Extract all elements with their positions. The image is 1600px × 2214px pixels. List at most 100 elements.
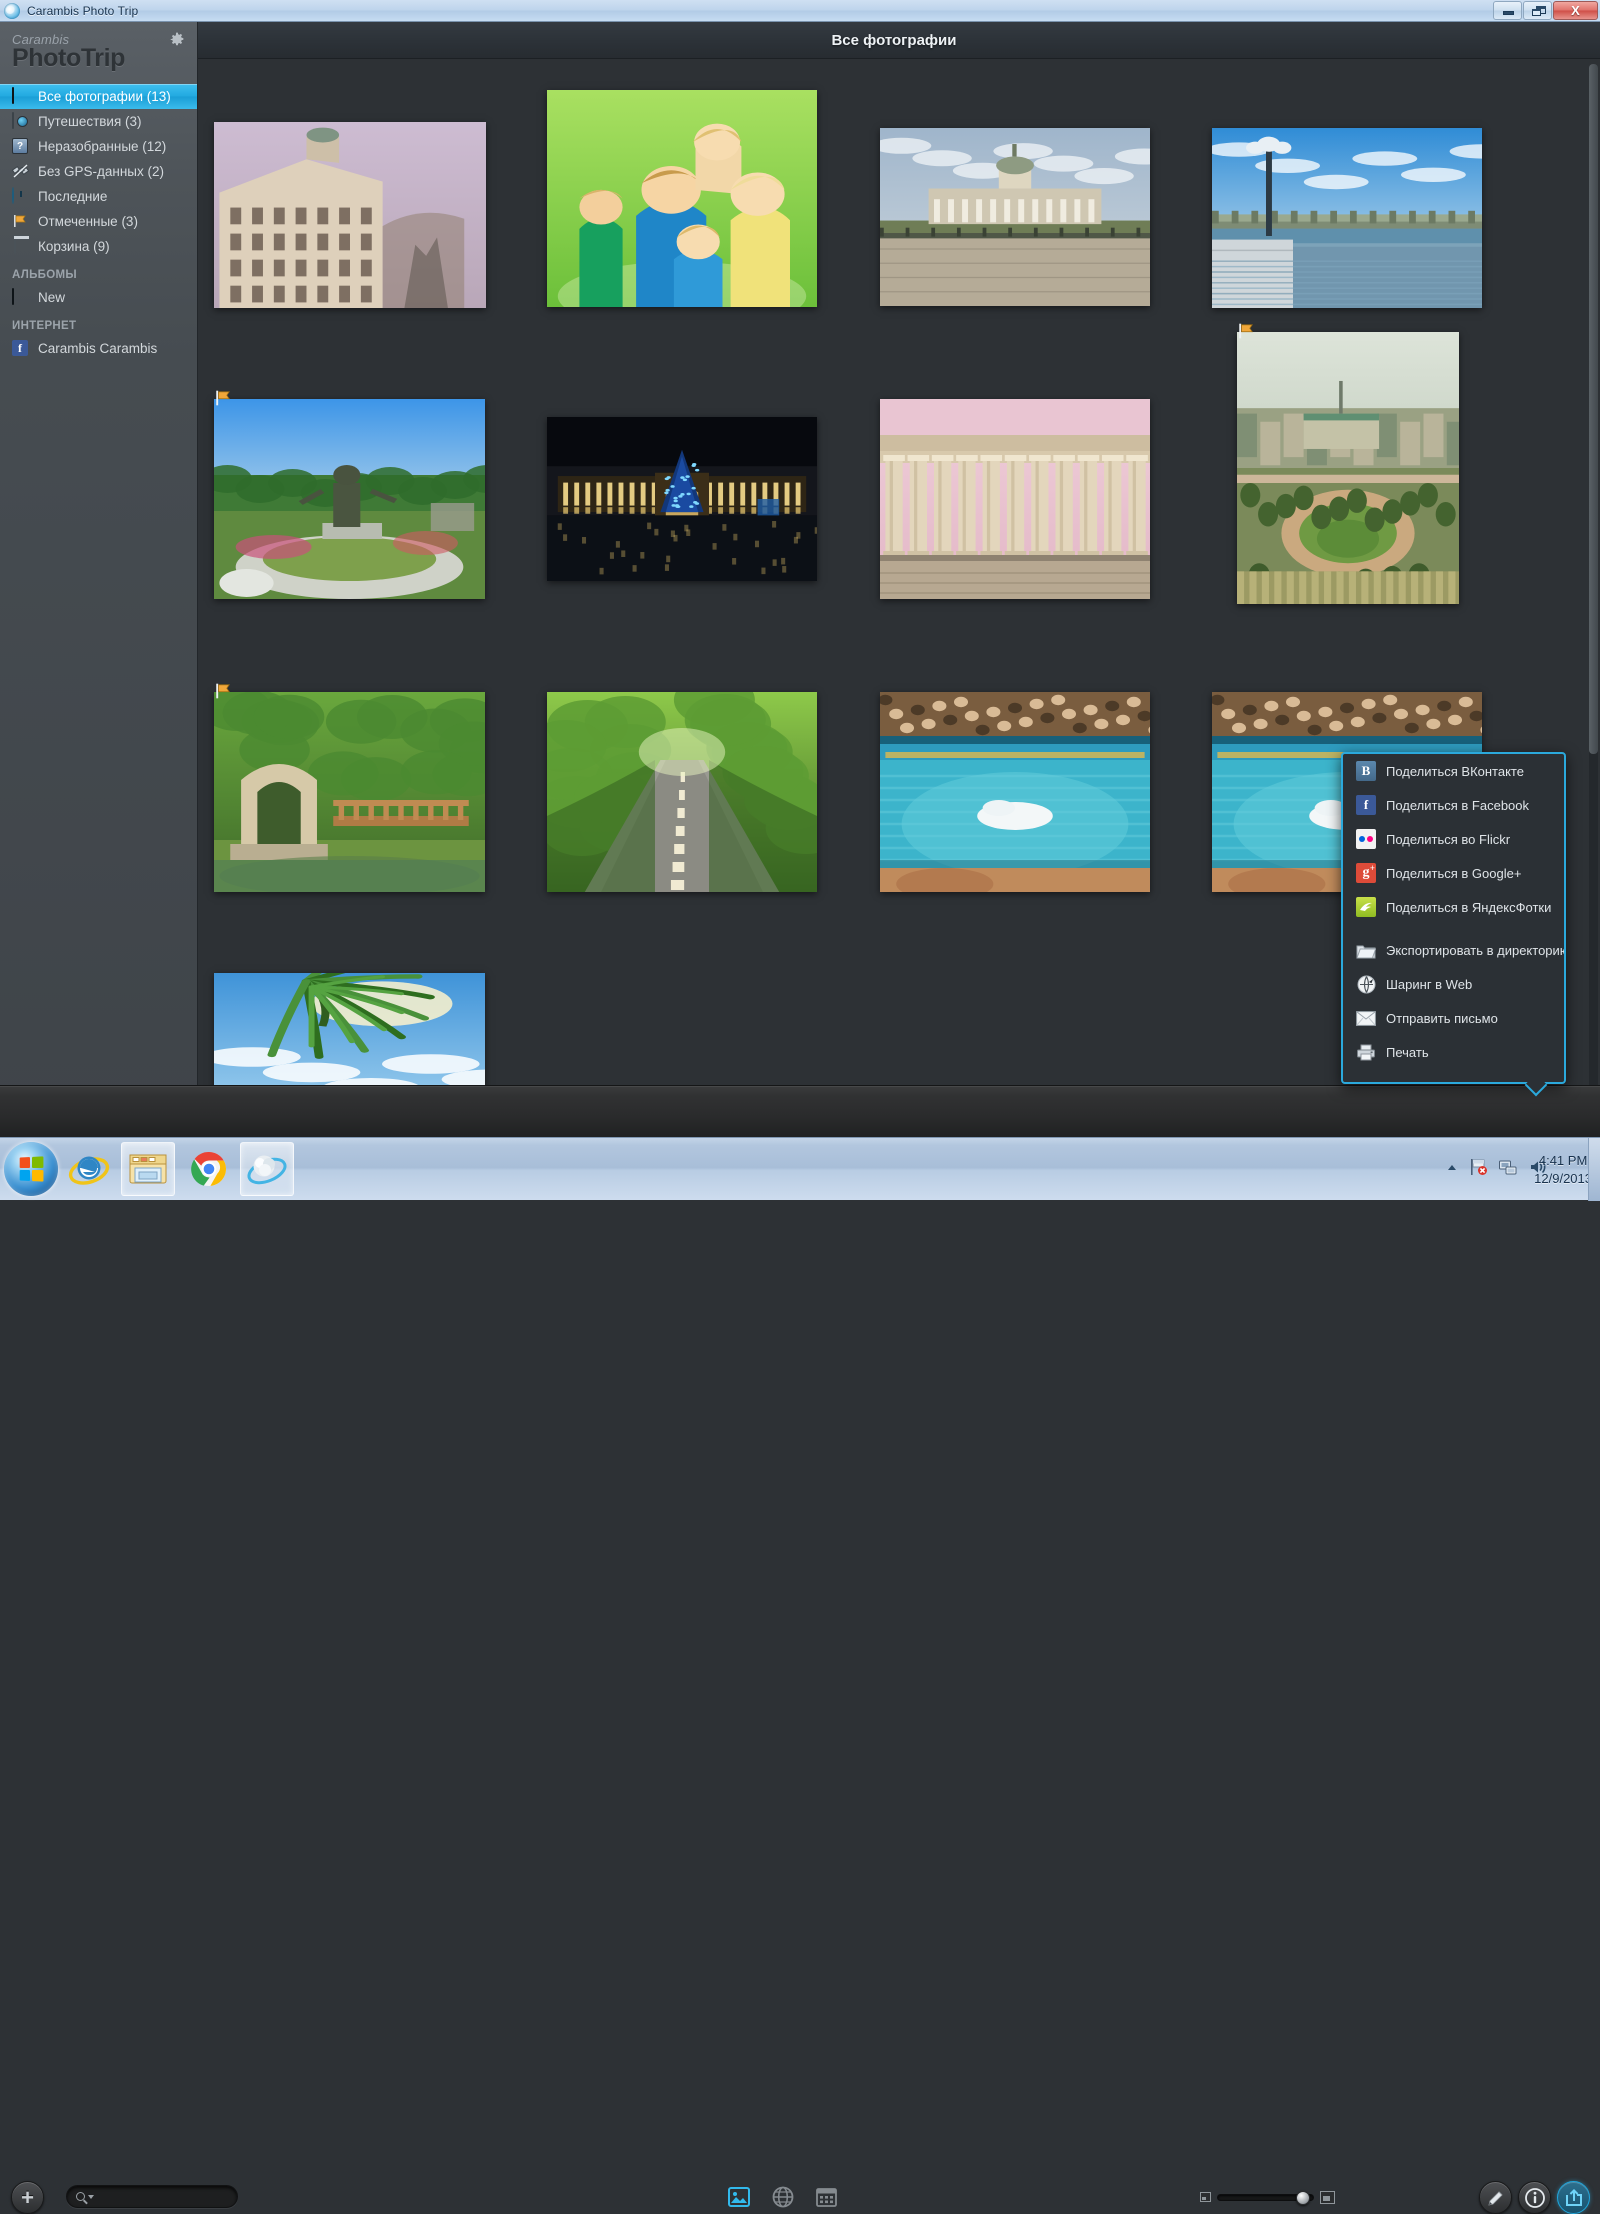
- sidebar-item-unsorted[interactable]: ? Неразобранные (12): [0, 134, 197, 159]
- family-on-grass[interactable]: [547, 90, 817, 307]
- ornate-building-facade[interactable]: [214, 122, 486, 308]
- google-plus-icon: g +: [1356, 863, 1376, 883]
- minimize-button[interactable]: [1493, 1, 1522, 20]
- windows-taskbar: 4:41 PM 12/9/2013: [0, 1137, 1600, 1200]
- park-arch-bridge[interactable]: [214, 692, 485, 892]
- colonnade-columns[interactable]: [880, 399, 1150, 599]
- sidebar-item-no-gps[interactable]: Без GPS-данных (2): [0, 159, 197, 184]
- globe-icon: [771, 2185, 795, 2209]
- sidebar-item-label: New: [38, 290, 65, 305]
- show-hidden-icons-arrow[interactable]: [1446, 1161, 1458, 1179]
- zoom-slider-rail[interactable]: [1217, 2194, 1314, 2201]
- taskbar-windows-explorer[interactable]: [121, 1142, 175, 1196]
- share-menu-item[interactable]: Шаринг в Web: [1343, 967, 1564, 1001]
- share-export-icon: [1564, 2188, 1584, 2208]
- winter-palace-night[interactable]: [547, 417, 817, 581]
- sidebar-item-album-new[interactable]: New: [0, 285, 197, 310]
- pencil-icon: [1486, 2188, 1506, 2208]
- magnifier-icon: [76, 2192, 85, 2201]
- unsorted-icon: ?: [12, 138, 31, 155]
- sidebar-item-trash[interactable]: Корзина (9): [0, 234, 197, 259]
- sidebar-item-label: Путешествия (3): [38, 114, 142, 129]
- view-mode-photos-button[interactable]: [726, 2184, 752, 2210]
- clock-date: 12/9/2013: [1534, 1170, 1592, 1188]
- tree-lined-road[interactable]: [547, 692, 817, 892]
- toolbar-right-buttons: [1479, 2181, 1590, 2214]
- sidebar-item-facebook-account[interactable]: f Carambis Carambis: [0, 336, 197, 361]
- share-menu-item[interactable]: g + Поделиться в Google+: [1343, 856, 1564, 890]
- travels-camera-icon: [12, 113, 31, 130]
- network-icon[interactable]: [1498, 1157, 1518, 1182]
- photo-flag-marker[interactable]: [214, 389, 232, 407]
- window-controls: X: [1493, 1, 1598, 20]
- start-button[interactable]: [4, 1142, 58, 1196]
- vertical-scrollbar[interactable]: [1589, 64, 1598, 1133]
- info-button[interactable]: [1518, 2181, 1551, 2214]
- album-icon: [12, 289, 31, 306]
- photo-flag-marker[interactable]: [1237, 322, 1255, 340]
- view-mode-calendar-button[interactable]: [813, 2184, 839, 2210]
- sidebar-item-all-photos[interactable]: Все фотографии (13): [0, 84, 197, 109]
- share-context-menu[interactable]: B Поделиться ВКонтакте f Поделиться в Faceb…: [1341, 752, 1566, 1084]
- add-button[interactable]: +: [11, 2181, 44, 2214]
- aerial-city-park[interactable]: [1237, 332, 1459, 604]
- trash-icon: [12, 238, 31, 255]
- windows-explorer-icon: [128, 1152, 168, 1186]
- flickr-icon: [1356, 829, 1376, 849]
- maximize-button[interactable]: [1523, 1, 1552, 20]
- share-menu-item-label: Шаринг в Web: [1386, 977, 1472, 992]
- system-tray: [1446, 1138, 1548, 1201]
- taskbar-carambis-photo-trip[interactable]: [240, 1142, 294, 1196]
- close-button[interactable]: X: [1553, 1, 1598, 20]
- page-title: Все фотографии: [831, 32, 956, 49]
- scrollbar-thumb[interactable]: [1589, 64, 1598, 754]
- share-menu-item[interactable]: Поделиться во Flickr: [1343, 822, 1564, 856]
- zoom-slider-knob[interactable]: [1296, 2191, 1310, 2205]
- show-desktop-button[interactable]: [1588, 1138, 1600, 1201]
- share-menu-item-label: Поделиться в Facebook: [1386, 798, 1529, 813]
- sidebar-item-flagged[interactable]: Отмеченные (3): [0, 209, 197, 234]
- facebook-icon: f: [12, 340, 31, 357]
- brand-bottom: PhotoTrip: [12, 44, 197, 73]
- sidebar-item-label: Carambis Carambis: [38, 341, 157, 356]
- recent-clock-icon: [12, 188, 31, 205]
- taskbar-clock[interactable]: 4:41 PM 12/9/2013: [1534, 1138, 1592, 1201]
- edit-button[interactable]: [1479, 2181, 1512, 2214]
- thumbnail-zoom-slider[interactable]: [1200, 2190, 1335, 2204]
- sidebar-item-recent[interactable]: Последние: [0, 184, 197, 209]
- embankment-lamppost[interactable]: [1212, 128, 1482, 308]
- large-thumb-icon: [1320, 2191, 1335, 2204]
- sidebar-item-travels[interactable]: Путешествия (3): [0, 109, 197, 134]
- view-mode-map-button[interactable]: [770, 2184, 796, 2210]
- statue-in-park[interactable]: [214, 399, 485, 599]
- share-menu-item[interactable]: f Поделиться в Facebook: [1343, 788, 1564, 822]
- taskbar-google-chrome[interactable]: [182, 1142, 236, 1196]
- share-menu-item[interactable]: Отправить письмо: [1343, 1001, 1564, 1035]
- taskbar-internet-explorer[interactable]: [62, 1142, 116, 1196]
- share-button[interactable]: [1557, 2181, 1590, 2214]
- photo-flag-marker[interactable]: [214, 682, 232, 700]
- sidebar-item-label: Без GPS-данных (2): [38, 164, 164, 179]
- search-box[interactable]: [66, 2185, 238, 2208]
- share-menu-item[interactable]: Печать: [1343, 1035, 1564, 1069]
- gear-icon[interactable]: [169, 32, 185, 48]
- dolphin-show-pool-1[interactable]: [880, 692, 1150, 892]
- share-menu-item-label: Поделиться ВКонтакте: [1386, 764, 1524, 779]
- clock-time: 4:41 PM: [1539, 1152, 1587, 1170]
- app-swirl-icon: [4, 3, 22, 19]
- share-menu-item[interactable]: Экспортировать в директорию: [1343, 933, 1564, 967]
- search-input[interactable]: [99, 2190, 229, 2204]
- sidebar-nav: Все фотографии (13) Путешествия (3) ? Не…: [0, 84, 197, 361]
- action-center-flag-icon[interactable]: [1468, 1157, 1488, 1182]
- no-gps-satellite-icon: [12, 163, 31, 180]
- flag-icon: [12, 213, 31, 230]
- share-menu-item[interactable]: Поделиться в ЯндексФотки: [1343, 890, 1564, 924]
- share-menu-item[interactable]: B Поделиться ВКонтакте: [1343, 754, 1564, 788]
- menu-separator: [1343, 924, 1564, 933]
- all-photos-icon: [12, 88, 31, 105]
- chevron-down-icon[interactable]: [88, 2195, 94, 2199]
- kazan-cathedral-square[interactable]: [880, 128, 1150, 306]
- main-header: Все фотографии: [198, 22, 1600, 59]
- vk-icon: B: [1356, 761, 1376, 781]
- facebook-icon: f: [1356, 795, 1376, 815]
